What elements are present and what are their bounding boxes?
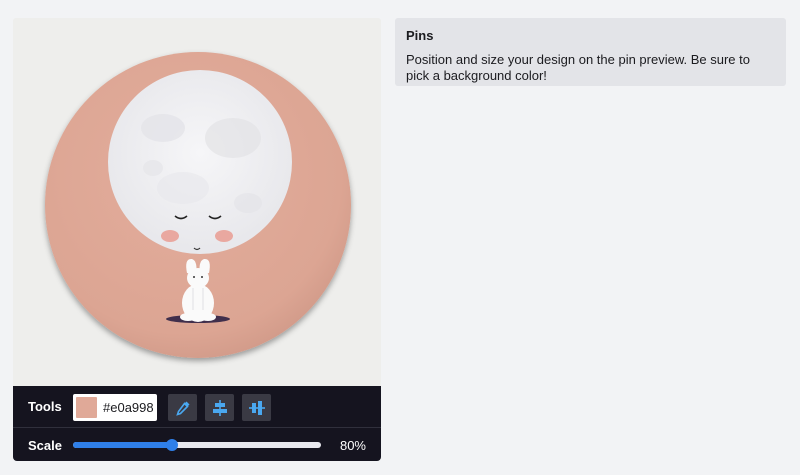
- slider-thumb[interactable]: [166, 439, 179, 451]
- info-text: Position and size your design on the pin…: [406, 52, 750, 83]
- info-card: Pins Position and size your design on th…: [395, 18, 786, 86]
- eyedropper-icon: [175, 401, 189, 416]
- align-center-horizontal-button[interactable]: [205, 394, 234, 421]
- slider-track[interactable]: [73, 442, 321, 448]
- scale-label: Scale: [28, 438, 62, 453]
- color-hex-value[interactable]: #e0a998: [103, 400, 154, 415]
- moon-graphic: [108, 70, 292, 254]
- scale-row: Scale 80%: [13, 429, 381, 461]
- align-center-vertical-button[interactable]: [242, 394, 271, 421]
- color-swatch[interactable]: [76, 397, 97, 418]
- info-title: Pins: [406, 28, 434, 43]
- editor-toolbar: Tools #e0a998 Scale 80%: [13, 386, 381, 461]
- tools-label: Tools: [28, 399, 62, 414]
- pin-button-image: [45, 52, 351, 358]
- design-editor: Tools #e0a998 Scale 80%: [13, 18, 381, 461]
- tools-row: Tools #e0a998: [13, 386, 381, 428]
- pin-preview[interactable]: [13, 18, 381, 386]
- background-color-picker[interactable]: #e0a998: [73, 394, 157, 421]
- slider-fill: [73, 442, 173, 448]
- scale-slider[interactable]: [73, 439, 321, 451]
- scale-value: 80%: [339, 438, 366, 453]
- eyedropper-button[interactable]: [168, 394, 197, 421]
- align-center-horizontal-icon: [212, 399, 227, 416]
- align-center-vertical-icon: [248, 400, 265, 415]
